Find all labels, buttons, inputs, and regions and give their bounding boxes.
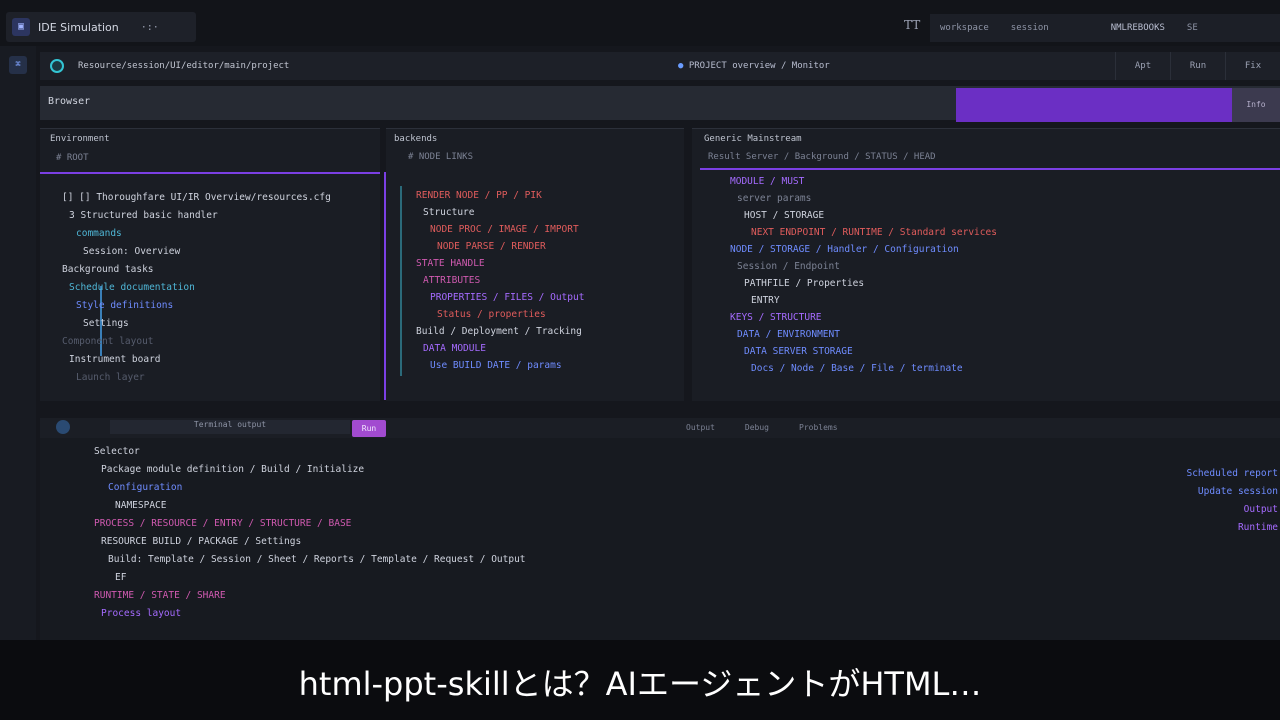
project-breadcrumb[interactable]: ● PROJECT overview / Monitor bbox=[678, 61, 830, 71]
tree-item[interactable]: Background tasks bbox=[62, 264, 331, 282]
middle-divider bbox=[384, 172, 386, 400]
left-pane-sub: # ROOT bbox=[56, 153, 89, 163]
right-tree: MODULE / MUST server params HOST / STORAGE… bbox=[730, 176, 997, 380]
right-pane-sub: Result Server / Background / STATUS / HE… bbox=[708, 152, 936, 162]
explorer-icon[interactable]: ⌘ bbox=[9, 56, 27, 74]
node-item[interactable]: NODE PARSE / RENDER bbox=[416, 241, 584, 258]
tree-item[interactable]: commands bbox=[62, 228, 331, 246]
left-pane-accent bbox=[40, 172, 380, 174]
top-tab[interactable]: SE bbox=[1187, 23, 1198, 33]
code-line[interactable]: MODULE / MUST bbox=[730, 176, 997, 193]
bottom-tab[interactable]: Output bbox=[686, 423, 715, 432]
text-format-icon[interactable]: TT bbox=[904, 18, 920, 32]
node-item[interactable]: RENDER NODE / PP / PIK bbox=[416, 190, 584, 207]
top-tab[interactable]: NMLREBOOKS bbox=[1111, 23, 1165, 33]
middle-gutter bbox=[400, 186, 402, 376]
video-subtitle: html-ppt-skillとは？AIエージェントがHTML… bbox=[298, 665, 982, 703]
node-item[interactable]: Build / Deployment / Tracking bbox=[416, 326, 584, 343]
node-item[interactable]: ATTRIBUTES bbox=[416, 275, 584, 292]
tree-item[interactable]: Launch layer bbox=[62, 372, 331, 390]
fix-button[interactable]: Fix bbox=[1225, 52, 1280, 80]
bottom-tab[interactable]: Terminal output bbox=[110, 420, 350, 434]
app-chip[interactable]: ▣ IDE Simulation ·:· bbox=[6, 12, 196, 42]
tree-item[interactable]: Settings bbox=[62, 318, 331, 336]
section-title: Browser bbox=[48, 96, 91, 107]
top-right-tabs: workspace session NMLREBOOKS SE bbox=[930, 14, 1280, 42]
tree-item[interactable]: Session: Overview bbox=[62, 246, 331, 264]
run-button[interactable]: Run bbox=[1170, 52, 1225, 80]
node-item[interactable]: PROPERTIES / FILES / Output bbox=[416, 292, 584, 309]
code-line[interactable]: KEYS / STRUCTURE bbox=[730, 312, 997, 329]
tree-item[interactable]: [] [] Thoroughfare UI/IR Overview/resour… bbox=[62, 192, 331, 210]
node-item[interactable]: Use BUILD DATE / params bbox=[416, 360, 584, 377]
node-item[interactable]: Status / properties bbox=[416, 309, 584, 326]
breadcrumb-text: PROJECT overview / Monitor bbox=[688, 61, 830, 71]
terminal-line[interactable]: RUNTIME / STATE / SHARE bbox=[94, 590, 526, 608]
node-item[interactable]: STATE HANDLE bbox=[416, 258, 584, 275]
tree-item[interactable]: Instrument board bbox=[62, 354, 331, 372]
address-bar: Resource/session/UI/editor/main/project … bbox=[40, 52, 1280, 80]
code-line[interactable]: ENTRY bbox=[730, 295, 997, 312]
code-line[interactable]: DATA SERVER STORAGE bbox=[730, 346, 997, 363]
terminal-line[interactable]: EF bbox=[94, 572, 526, 590]
section-tail[interactable]: Info bbox=[1232, 88, 1280, 122]
code-line[interactable]: Session / Endpoint bbox=[730, 261, 997, 278]
node-item[interactable]: NODE PROC / IMAGE / IMPORT bbox=[416, 224, 584, 241]
middle-tree: RENDER NODE / PP / PIK Structure NODE PROC… bbox=[416, 190, 584, 377]
tree-item[interactable]: 3 Structured basic handler bbox=[62, 210, 331, 228]
progress-highlight bbox=[956, 88, 1232, 122]
bottom-tab[interactable]: Debug bbox=[745, 423, 769, 432]
terminal-side-line[interactable]: Scheduled report bbox=[1130, 468, 1278, 486]
terminal-side-line[interactable]: Update session bbox=[1130, 486, 1278, 504]
node-item[interactable]: DATA MODULE bbox=[416, 343, 584, 360]
terminal-line[interactable]: Package module definition / Build / Init… bbox=[94, 464, 526, 482]
tree-item[interactable]: Schedule documentation bbox=[62, 282, 331, 300]
terminal-lines: Selector Package module definition / Buil… bbox=[94, 446, 526, 626]
bottom-tab[interactable]: Problems bbox=[799, 423, 838, 432]
status-dot-icon bbox=[50, 59, 64, 73]
top-tab[interactable]: workspace bbox=[940, 23, 989, 33]
terminal-icon[interactable] bbox=[56, 420, 70, 434]
left-pane-title: Environment bbox=[50, 134, 110, 144]
apt-button[interactable]: Apt bbox=[1115, 52, 1170, 80]
tree-item[interactable]: Style definitions bbox=[62, 300, 331, 318]
right-pane-title: Generic Mainstream bbox=[704, 134, 802, 144]
terminal-side-line[interactable]: Runtime bbox=[1130, 522, 1278, 540]
tree-item[interactable]: Component layout bbox=[62, 336, 331, 354]
code-line[interactable]: NODE / STORAGE / Handler / Configuration bbox=[730, 244, 997, 261]
app-menu-icon[interactable]: ·:· bbox=[141, 22, 159, 33]
top-tab[interactable]: session bbox=[1011, 23, 1049, 33]
left-tree: [] [] Thoroughfare UI/IR Overview/resour… bbox=[62, 192, 331, 390]
terminal-line[interactable]: Selector bbox=[94, 446, 526, 464]
right-pane-accent bbox=[700, 168, 1280, 170]
code-line[interactable]: NEXT ENDPOINT / RUNTIME / Standard servi… bbox=[730, 227, 997, 244]
app-title: IDE Simulation bbox=[38, 20, 119, 34]
middle-pane-sub: # NODE LINKS bbox=[408, 152, 474, 162]
url-field[interactable]: Resource/session/UI/editor/main/project bbox=[78, 61, 678, 71]
terminal-line[interactable]: Process layout bbox=[94, 608, 526, 626]
code-line[interactable]: PATHFILE / Properties bbox=[730, 278, 997, 295]
terminal-side-lines: Scheduled report Update session Output Runt… bbox=[1130, 468, 1278, 540]
app-logo-icon: ▣ bbox=[12, 18, 30, 36]
terminal-line[interactable]: Build: Template / Session / Sheet / Repo… bbox=[94, 554, 526, 572]
terminal-line[interactable]: RESOURCE BUILD / PACKAGE / Settings bbox=[94, 536, 526, 554]
code-line[interactable]: Docs / Node / Base / File / terminate bbox=[730, 363, 997, 380]
bottom-tabs-right: Output Debug Problems bbox=[686, 423, 838, 432]
bottom-tabs: Terminal output bbox=[56, 420, 350, 434]
activity-rail bbox=[0, 46, 36, 646]
terminal-side-line[interactable]: Output bbox=[1130, 504, 1278, 522]
terminal-line[interactable]: PROCESS / RESOURCE / ENTRY / STRUCTURE /… bbox=[94, 518, 526, 536]
middle-pane-title: backends bbox=[394, 134, 438, 144]
code-line[interactable]: DATA / ENVIRONMENT bbox=[730, 329, 997, 346]
terminal-line[interactable]: NAMESPACE bbox=[94, 500, 526, 518]
code-line[interactable]: server params bbox=[730, 193, 997, 210]
terminal-line[interactable]: Configuration bbox=[94, 482, 526, 500]
node-item[interactable]: Structure bbox=[416, 207, 584, 224]
address-buttons: Apt Run Fix bbox=[1115, 52, 1280, 80]
active-tab-pill[interactable]: Run bbox=[352, 420, 386, 437]
code-line[interactable]: HOST / STORAGE bbox=[730, 210, 997, 227]
